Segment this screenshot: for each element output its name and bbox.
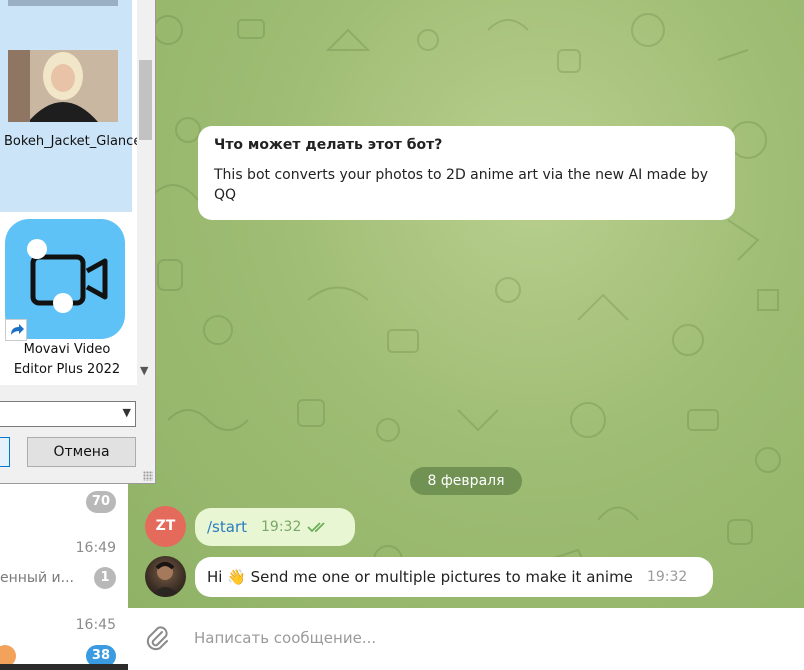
message-input[interactable] <box>194 626 774 650</box>
incoming-message[interactable]: Hi 👋 Send me one or multiple pictures to… <box>195 557 713 597</box>
chevron-down-icon[interactable]: ▼ <box>123 406 131 419</box>
message-text[interactable]: Hi 👋 Send me one or multiple pictures to… <box>207 568 633 586</box>
chat-area: Что может делать этот бот? This bot conv… <box>128 0 804 608</box>
unread-badge: 70 <box>85 491 116 513</box>
file-open-dialog: Bokeh_Jacket_Glance_Hair_Beautiful_Blond… <box>0 0 156 484</box>
bot-info-body: This bot converts your photos to 2D anim… <box>214 167 708 203</box>
file-item-top-edge <box>8 0 118 6</box>
paperclip-icon[interactable] <box>144 624 170 652</box>
chat-time: 16:49 <box>75 540 116 556</box>
open-button[interactable] <box>0 437 10 467</box>
chevron-down-icon[interactable]: ▼ <box>140 364 148 377</box>
file-name: Movavi Video Editor Plus 2022 <box>13 342 121 377</box>
file-list-scrollbar[interactable]: ▼ <box>137 0 154 385</box>
chat-time: 16:45 <box>75 617 116 633</box>
photo-thumbnail <box>8 50 118 122</box>
unread-badge: 1 <box>94 567 116 589</box>
bot-info-title: Что может делать этот бот? <box>214 137 443 153</box>
bot-info-card: Что может делать этот бот? This bot conv… <box>198 126 735 220</box>
double-check-icon <box>307 522 325 533</box>
file-list[interactable]: Bokeh_Jacket_Glance_Hair_Beautiful_Blond… <box>0 0 137 385</box>
cancel-button[interactable]: Отмена <box>27 437 136 467</box>
shortcut-arrow-icon <box>5 319 27 341</box>
resize-grip-icon[interactable] <box>143 471 153 481</box>
file-type-select[interactable]: ▼ <box>0 401 136 427</box>
date-separator: 8 февраля <box>410 467 522 495</box>
message-composer <box>128 608 804 670</box>
file-name: Bokeh_Jacket_Glance_Hair_Beautiful_Blond… <box>4 134 137 149</box>
scrollbar-thumb[interactable] <box>139 60 152 140</box>
message-time: 19:32 <box>261 519 302 535</box>
chat-list-bottom-bar <box>0 664 128 670</box>
message-text[interactable]: /start <box>207 518 247 536</box>
user-avatar[interactable]: ZT <box>145 506 186 547</box>
person-photo-icon <box>151 562 180 597</box>
outgoing-message[interactable]: /start 19:32 <box>195 508 355 546</box>
portrait-thumbnail-icon <box>8 50 118 122</box>
bot-avatar[interactable] <box>145 556 186 597</box>
file-item-selected[interactable]: Bokeh_Jacket_Glance_Hair_Beautiful_Blond… <box>0 0 137 212</box>
chat-preview[interactable]: енный и... <box>0 570 74 586</box>
message-time: 19:32 <box>646 569 688 585</box>
